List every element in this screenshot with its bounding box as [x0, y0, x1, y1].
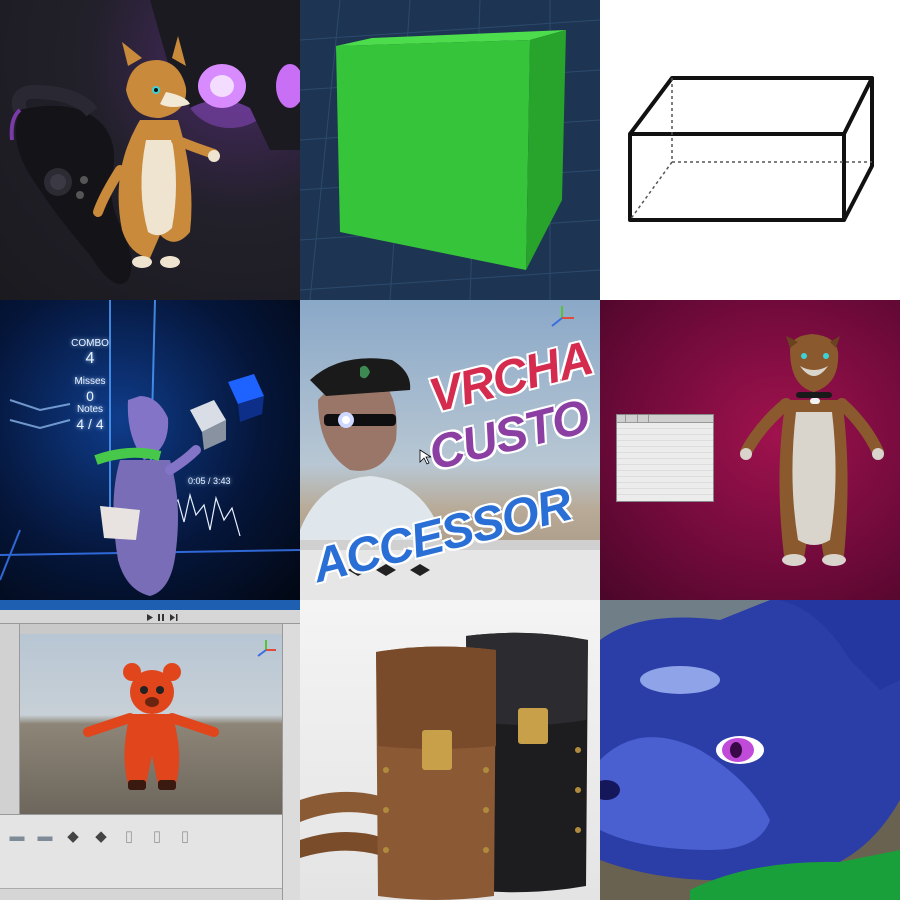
- tile-beat-saber[interactable]: COMBO 4 Misses 0 Notes 4 / 4 0:05 / 3:43: [0, 300, 300, 600]
- cap-icon: [310, 358, 411, 396]
- folder-icon[interactable]: ▬: [2, 828, 32, 846]
- notes-label: Notes: [76, 404, 104, 415]
- tile-fox-vr[interactable]: [0, 0, 300, 300]
- scene-view[interactable]: [20, 634, 282, 814]
- step-icon[interactable]: [170, 614, 178, 621]
- inspector-panel[interactable]: [282, 624, 300, 900]
- note-cube-white: [190, 400, 226, 450]
- tile-unity-editor[interactable]: ▬ ▬ ◆ ◆ ▯ ▯ ▯: [0, 600, 300, 900]
- pause-icon[interactable]: [158, 614, 164, 621]
- tile-leather-pouches[interactable]: [300, 600, 600, 900]
- brown-pouch: [376, 646, 496, 900]
- tile-green-cube[interactable]: [300, 0, 600, 300]
- document-icon[interactable]: ▯: [114, 828, 144, 846]
- green-cube: [336, 30, 566, 270]
- bone-tag-icon: [810, 398, 820, 404]
- clasp-icon: [422, 730, 452, 770]
- waveform: [169, 492, 241, 537]
- gizmo-icon: [551, 306, 574, 327]
- misses-label: Misses: [74, 376, 106, 387]
- dog-avatar: [740, 334, 884, 566]
- editor-toolbar: [0, 610, 300, 624]
- editor-title-bar: [0, 600, 300, 610]
- unity-logo-icon[interactable]: ◆: [58, 828, 88, 846]
- song-time: 0:05 / 3:43: [188, 476, 231, 486]
- image-collage: COMBO 4 Misses 0 Notes 4 / 4 0:05 / 3:43: [0, 0, 900, 900]
- status-bar: [0, 888, 282, 900]
- combo-label: COMBO: [71, 338, 109, 349]
- misses-value: 0: [86, 388, 94, 404]
- red-bear-avatar: [83, 663, 219, 790]
- fox-vr-scene: [9, 0, 300, 285]
- leather-pouches-scene: [300, 632, 588, 900]
- combo-value: 4: [85, 350, 95, 367]
- red-bear-scene: [83, 640, 276, 790]
- window-tabs: [617, 415, 713, 423]
- blue-avatar-scene: [600, 600, 900, 900]
- folder-icon[interactable]: ▬: [30, 828, 60, 846]
- unity-cube-scene: [300, 0, 600, 300]
- tile-blue-avatar-closeup[interactable]: [600, 600, 900, 900]
- note-cube-blue: [228, 374, 264, 422]
- notes-value: 4 / 4: [76, 416, 104, 432]
- play-icon[interactable]: [147, 614, 153, 621]
- unity-logo-icon[interactable]: ◆: [86, 828, 116, 846]
- beat-saber-scene: [0, 300, 300, 596]
- document-icon[interactable]: ▯: [142, 828, 172, 846]
- gizmo-icon: [257, 640, 276, 657]
- tile-dog-avatar[interactable]: [600, 300, 900, 600]
- tile-vrchat-accessories[interactable]: VRCHA CUSTO ACCESSOR: [300, 300, 600, 600]
- wireframe-box-drawing: [628, 76, 874, 222]
- document-icon[interactable]: ▯: [170, 828, 200, 846]
- clasp-icon: [518, 708, 548, 744]
- animator-window: [616, 414, 714, 502]
- tile-wireframe-box[interactable]: [600, 0, 900, 300]
- hierarchy-panel[interactable]: [0, 624, 20, 814]
